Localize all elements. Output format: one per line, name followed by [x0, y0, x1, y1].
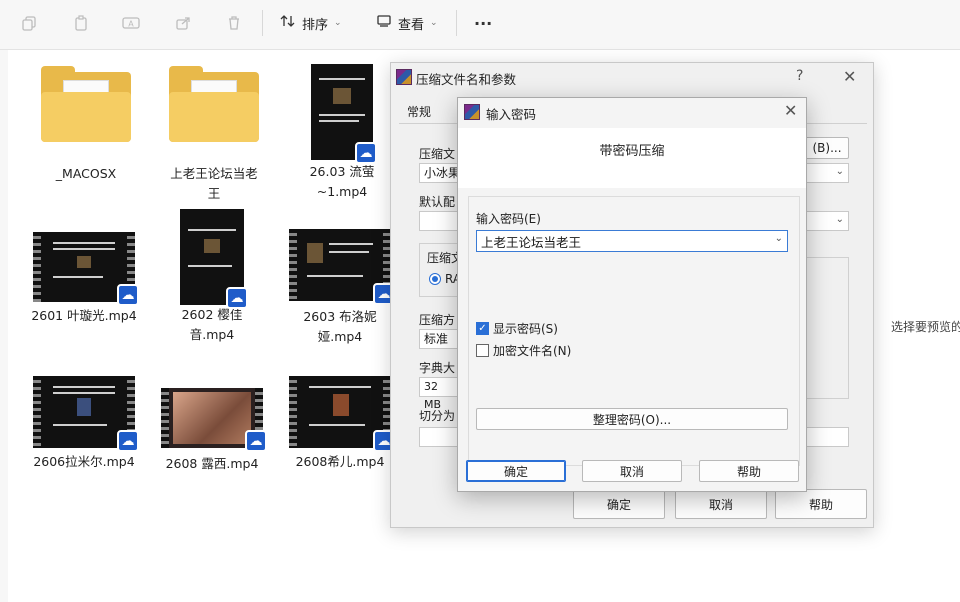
cancel-button[interactable]: 取消 — [675, 489, 767, 519]
view-label: 查看 — [398, 17, 425, 33]
compression-method-dropdown[interactable]: 标准 — [419, 329, 459, 349]
encrypt-filenames-label: 加密文件名(N) — [493, 344, 572, 358]
archive-name-label: 压缩文 — [419, 147, 456, 161]
command-bar: A 排序 ⌄ 查看 ⌄ ··· — [0, 0, 960, 50]
more-options-button[interactable]: ··· — [474, 14, 492, 33]
ok-button[interactable]: 确定 — [573, 489, 665, 519]
profile-field[interactable] — [419, 211, 459, 231]
split-volumes-label: 切分为 — [419, 409, 456, 423]
video-thumbnail: ☁ — [33, 376, 139, 452]
dialog-title: 输入密码 — [486, 107, 537, 122]
file-name: 上老王论坛当老王 — [170, 166, 258, 201]
password-input[interactable]: 上老王论坛当老王 ⌄ — [476, 230, 788, 252]
checkbox-box — [476, 344, 489, 357]
delete-icon[interactable] — [223, 12, 245, 34]
video-thumbnail: ☁ — [311, 64, 377, 164]
show-password-label: 显示密码(S) — [493, 322, 558, 336]
navigation-pane-edge — [0, 50, 8, 602]
sort-button[interactable]: 排序 ⌄ — [280, 9, 342, 37]
winrar-icon — [396, 69, 412, 85]
cloud-sync-icon: ☁ — [117, 430, 139, 452]
preview-pane-hint: 选择要预览的 — [891, 320, 960, 334]
folder-icon — [169, 66, 259, 144]
sort-label: 排序 — [302, 17, 329, 33]
video-thumbnail: ☁ — [289, 229, 395, 305]
chevron-down-icon: ⌄ — [334, 18, 342, 28]
sort-icon — [280, 14, 296, 32]
file-name: 2602 樱佳音.mp4 — [181, 307, 243, 342]
share-icon[interactable] — [172, 12, 194, 34]
compression-method-label: 压缩方 — [419, 313, 456, 327]
help-icon[interactable]: ? — [796, 68, 803, 84]
folder-icon — [41, 66, 131, 144]
toolbar-divider — [262, 10, 263, 36]
rename-icon[interactable]: A — [120, 12, 142, 34]
file-item[interactable]: _MACOSX — [31, 66, 141, 184]
cloud-sync-icon: ☁ — [245, 430, 267, 452]
video-thumbnail: ☁ — [161, 388, 267, 452]
file-name: 2603 布洛妮娅.mp4 — [303, 309, 377, 344]
file-item[interactable]: 上老王论坛当老王 — [159, 66, 269, 204]
cancel-button[interactable]: 取消 — [582, 460, 682, 482]
file-item[interactable]: ☁ 2603 布洛妮娅.mp4 — [285, 229, 395, 347]
view-button[interactable]: 查看 ⌄ — [376, 9, 438, 37]
browse-button[interactable]: (B)... — [805, 137, 849, 159]
cloud-sync-icon: ☁ — [355, 142, 377, 164]
dialog-title: 压缩文件名和参数 — [416, 72, 517, 87]
winrar-icon — [464, 104, 480, 120]
enter-password-dialog: 输入密码 ✕ 带密码压缩 输入密码(E) 上老王论坛当老王 ⌄ ✓ 显示密码(S… — [457, 97, 807, 492]
video-thumbnail: ☁ — [289, 376, 395, 452]
radio-rar[interactable] — [429, 273, 441, 285]
checkmark-icon: ✓ — [476, 322, 489, 335]
archive-name-dropdown[interactable]: ⌄ — [805, 163, 849, 183]
chevron-down-icon[interactable]: ⌄ — [775, 233, 783, 244]
file-name: 26.03 流萤~1.mp4 — [309, 164, 375, 199]
split-unit-dropdown[interactable] — [805, 427, 849, 447]
video-thumbnail: ☁ — [33, 232, 139, 306]
view-icon — [376, 14, 392, 32]
file-name: 2606拉米尔.mp4 — [33, 454, 135, 469]
dictionary-size-dropdown[interactable]: 32 MB — [419, 377, 459, 411]
file-name: 2608希儿.mp4 — [295, 454, 385, 469]
help-button[interactable]: 帮助 — [699, 460, 799, 482]
toolbar-divider — [456, 10, 457, 36]
help-button[interactable]: 帮助 — [775, 489, 867, 519]
video-thumbnail: ☁ — [180, 209, 248, 309]
password-value: 上老王论坛当老王 — [481, 234, 582, 250]
show-password-checkbox[interactable]: ✓ 显示密码(S) — [476, 320, 558, 337]
cloud-sync-icon: ☁ — [226, 287, 248, 309]
paste-icon[interactable] — [70, 12, 92, 34]
file-item[interactable]: ☁ 2602 樱佳音.mp4 — [157, 209, 267, 345]
file-item[interactable]: ☁ 2606拉米尔.mp4 — [29, 376, 139, 472]
encrypt-filenames-checkbox[interactable]: 加密文件名(N) — [476, 342, 571, 359]
chevron-down-icon: ⌄ — [430, 18, 438, 28]
close-button[interactable]: ✕ — [784, 101, 797, 120]
dialog-header: 带密码压缩 — [458, 128, 806, 188]
file-name: 2601 叶璇光.mp4 — [31, 308, 137, 323]
file-name: _MACOSX — [55, 166, 117, 181]
file-item[interactable]: ☁ 2601 叶璇光.mp4 — [29, 232, 139, 326]
password-label: 输入密码(E) — [476, 212, 541, 226]
dictionary-size-label: 字典大 — [419, 361, 456, 375]
cloud-sync-icon: ☁ — [117, 284, 139, 306]
copy-icon[interactable] — [18, 12, 40, 34]
tab-general[interactable]: 常规 — [407, 103, 431, 120]
options-group — [805, 257, 849, 399]
update-mode-dropdown[interactable]: ⌄ — [805, 211, 849, 231]
split-volumes-input[interactable] — [419, 427, 459, 447]
header-text: 带密码压缩 — [599, 144, 665, 159]
default-profile-label: 默认配 — [419, 195, 456, 209]
svg-text:A: A — [128, 20, 134, 29]
ok-button[interactable]: 确定 — [466, 460, 566, 482]
close-button[interactable]: ✕ — [843, 67, 856, 86]
file-name: 2608 露西.mp4 — [165, 456, 259, 471]
organize-passwords-button[interactable]: 整理密码(O)... — [476, 408, 788, 430]
file-item[interactable]: ☁ 2608希儿.mp4 — [285, 376, 395, 472]
file-item[interactable]: ☁ 2608 露西.mp4 — [157, 388, 267, 474]
file-item[interactable]: ☁ 26.03 流萤~1.mp4 — [287, 64, 397, 202]
